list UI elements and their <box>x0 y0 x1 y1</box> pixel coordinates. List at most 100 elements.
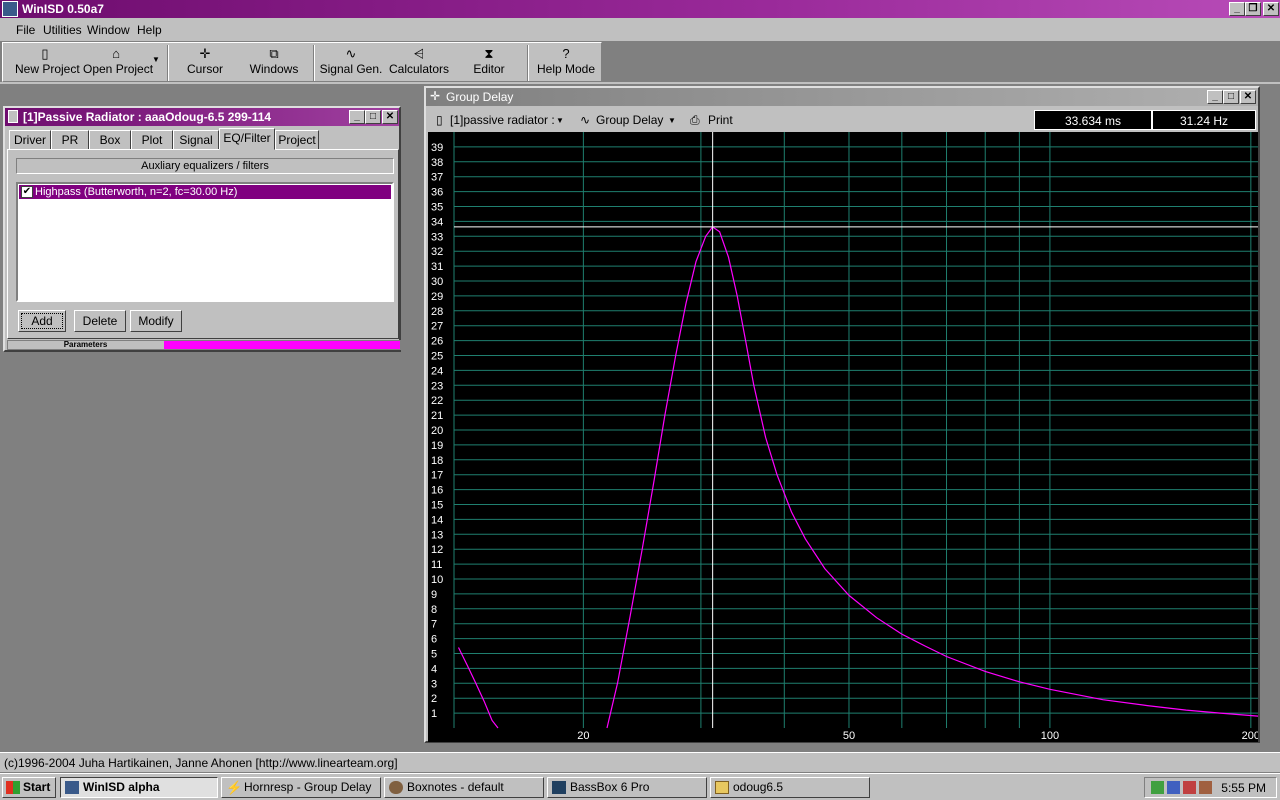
filter-list[interactable]: ✔ Highpass (Butterworth, n=2, fc=30.00 H… <box>16 182 394 302</box>
mode-select[interactable]: Group Delay <box>596 113 663 127</box>
open-project-label: Open Project <box>83 62 154 76</box>
y-tick-label: 33 <box>431 231 443 243</box>
help-mode-button[interactable]: ? Help Mode <box>535 46 597 80</box>
start-button[interactable]: Start <box>2 777 56 798</box>
tab-plot[interactable]: Plot <box>131 130 173 150</box>
folder-icon <box>715 781 729 794</box>
y-tick-label: 2 <box>431 693 437 705</box>
parameters-bar <box>164 341 400 349</box>
project-maximize-button[interactable]: □ <box>365 110 381 124</box>
y-tick-label: 26 <box>431 336 443 348</box>
task-bassbox[interactable]: BassBox 6 Pro <box>547 777 707 798</box>
tab-project[interactable]: Project <box>275 130 319 150</box>
clock: 5:55 PM <box>1221 781 1266 795</box>
tray-display-icon[interactable] <box>1167 781 1180 794</box>
y-tick-label: 39 <box>431 142 443 154</box>
minimize-button[interactable]: _ <box>1229 2 1245 16</box>
restore-button[interactable]: ❐ <box>1245 2 1261 16</box>
tab-pr[interactable]: PR <box>51 130 89 150</box>
tab-box[interactable]: Box <box>89 130 131 150</box>
y-tick-label: 37 <box>431 172 443 184</box>
y-tick-label: 24 <box>431 365 443 377</box>
y-tick-label: 6 <box>431 634 437 646</box>
calculators-button[interactable]: ⩤ Calculators <box>389 46 449 80</box>
y-tick-label: 30 <box>431 276 443 288</box>
graph-window-titlebar[interactable]: ✛ Group Delay _ □ ✕ <box>426 88 1258 106</box>
menu-file[interactable]: File <box>16 23 35 37</box>
print-button[interactable]: Print <box>708 113 733 127</box>
task-hornresp[interactable]: ⚡ Hornresp - Group Delay <box>221 777 381 798</box>
filter-label: Highpass (Butterworth, n=2, fc=30.00 Hz) <box>35 186 238 198</box>
tab-signal[interactable]: Signal <box>173 130 219 150</box>
time-readout: 33.634 ms <box>1034 110 1152 130</box>
open-project-button[interactable]: ⌂ Open Project <box>83 46 154 80</box>
filter-enabled-checkbox[interactable]: ✔ <box>21 186 33 198</box>
group-delay-window: ✛ Group Delay _ □ ✕ ▯ [1]passive radiato… <box>424 86 1260 743</box>
filter-list-item[interactable]: ✔ Highpass (Butterworth, n=2, fc=30.00 H… <box>19 185 391 199</box>
tray-volume-icon[interactable] <box>1183 781 1196 794</box>
y-tick-label: 7 <box>431 619 437 631</box>
tab-eq-filter[interactable]: EQ/Filter <box>219 128 275 150</box>
new-project-button[interactable]: ▯ New Project <box>15 46 80 80</box>
y-tick-label: 18 <box>431 455 443 467</box>
project-select-icon: ▯ <box>436 113 443 127</box>
delete-button[interactable]: Delete <box>74 310 126 332</box>
y-tick-label: 27 <box>431 321 443 333</box>
graph-close-button[interactable]: ✕ <box>1240 90 1256 104</box>
windows-button[interactable]: ⧉ Windows <box>245 46 303 80</box>
cursor-label: Cursor <box>186 62 223 76</box>
group-delay-plot[interactable]: 1 2 3 4 5 6 7 8 9 10 11 12 13 14 15 16 17 18 19 20 21 22 23 24 2… <box>428 132 1258 742</box>
task-boxnotes[interactable]: Boxnotes - default <box>384 777 544 798</box>
x-tick-label: 200 <box>1242 730 1258 742</box>
task-winisd[interactable]: WinISD alpha <box>60 777 218 798</box>
y-tick-label: 14 <box>431 514 443 526</box>
graph-minimize-button[interactable]: _ <box>1207 90 1223 104</box>
menu-help[interactable]: Help <box>137 23 162 37</box>
group-delay-curve <box>606 226 1258 729</box>
system-tray: 5:55 PM <box>1144 777 1277 798</box>
modify-button[interactable]: Modify <box>130 310 182 332</box>
menu-utilities[interactable]: Utilities <box>43 23 82 37</box>
y-tick-label: 3 <box>431 678 437 690</box>
graph-maximize-button[interactable]: □ <box>1223 90 1239 104</box>
task-folder[interactable]: odoug6.5 <box>710 777 870 798</box>
mode-select-arrow-icon[interactable]: ▼ <box>668 116 676 125</box>
close-button[interactable]: ✕ <box>1263 2 1279 16</box>
y-tick-label: 38 <box>431 157 443 169</box>
group-delay-chart: 1234567891011121314151617181920212223242… <box>431 132 1258 742</box>
signal-gen-label: Signal Gen. <box>319 62 383 76</box>
y-tick-label: 23 <box>431 380 443 392</box>
project-minimize-button[interactable]: _ <box>349 110 365 124</box>
menu-bar: File Utilities Window Help <box>0 18 1280 42</box>
crosshair-icon: ✛ <box>199 46 211 61</box>
project-select-arrow-icon[interactable]: ▼ <box>556 116 564 125</box>
y-tick-label: 31 <box>431 261 443 273</box>
windows-label: Windows <box>249 62 299 76</box>
y-tick-label: 21 <box>431 410 443 422</box>
tray-app-icon[interactable] <box>1199 781 1212 794</box>
project-select[interactable]: [1]passive radiator : <box>450 113 555 127</box>
main-toolbar: ▯ New Project ⌂ Open Project ▼ ✛ Cursor … <box>2 42 602 82</box>
cursor-button[interactable]: ✛ Cursor <box>179 46 231 80</box>
y-tick-label: 10 <box>431 574 443 586</box>
project-window-titlebar[interactable]: [1]Passive Radiator : aaaOdoug-6.5 299-1… <box>5 108 399 126</box>
tray-network-icon[interactable] <box>1151 781 1164 794</box>
app-icon <box>2 1 18 17</box>
y-tick-label: 32 <box>431 246 443 258</box>
y-tick-label: 12 <box>431 544 443 556</box>
y-tick-label: 28 <box>431 306 443 318</box>
y-tick-label: 13 <box>431 529 443 541</box>
app-titlebar: WinISD 0.50a7 _ ❐ ✕ <box>0 0 1280 18</box>
editor-button[interactable]: ⧗ Editor <box>465 46 513 80</box>
tab-driver[interactable]: Driver <box>9 130 51 150</box>
x-tick-label: 20 <box>577 730 589 742</box>
folder-icon: ⌂ <box>112 46 120 61</box>
calculators-label: Calculators <box>389 62 450 76</box>
menu-window[interactable]: Window <box>87 23 130 37</box>
add-button[interactable]: Add <box>18 310 66 332</box>
project-close-button[interactable]: ✕ <box>382 110 398 124</box>
signal-gen-button[interactable]: ∿ Signal Gen. <box>319 46 383 80</box>
help-icon: ? <box>562 46 570 61</box>
winisd-icon <box>65 781 79 794</box>
taskbar: Start WinISD alpha ⚡ Hornresp - Group De… <box>0 773 1280 800</box>
